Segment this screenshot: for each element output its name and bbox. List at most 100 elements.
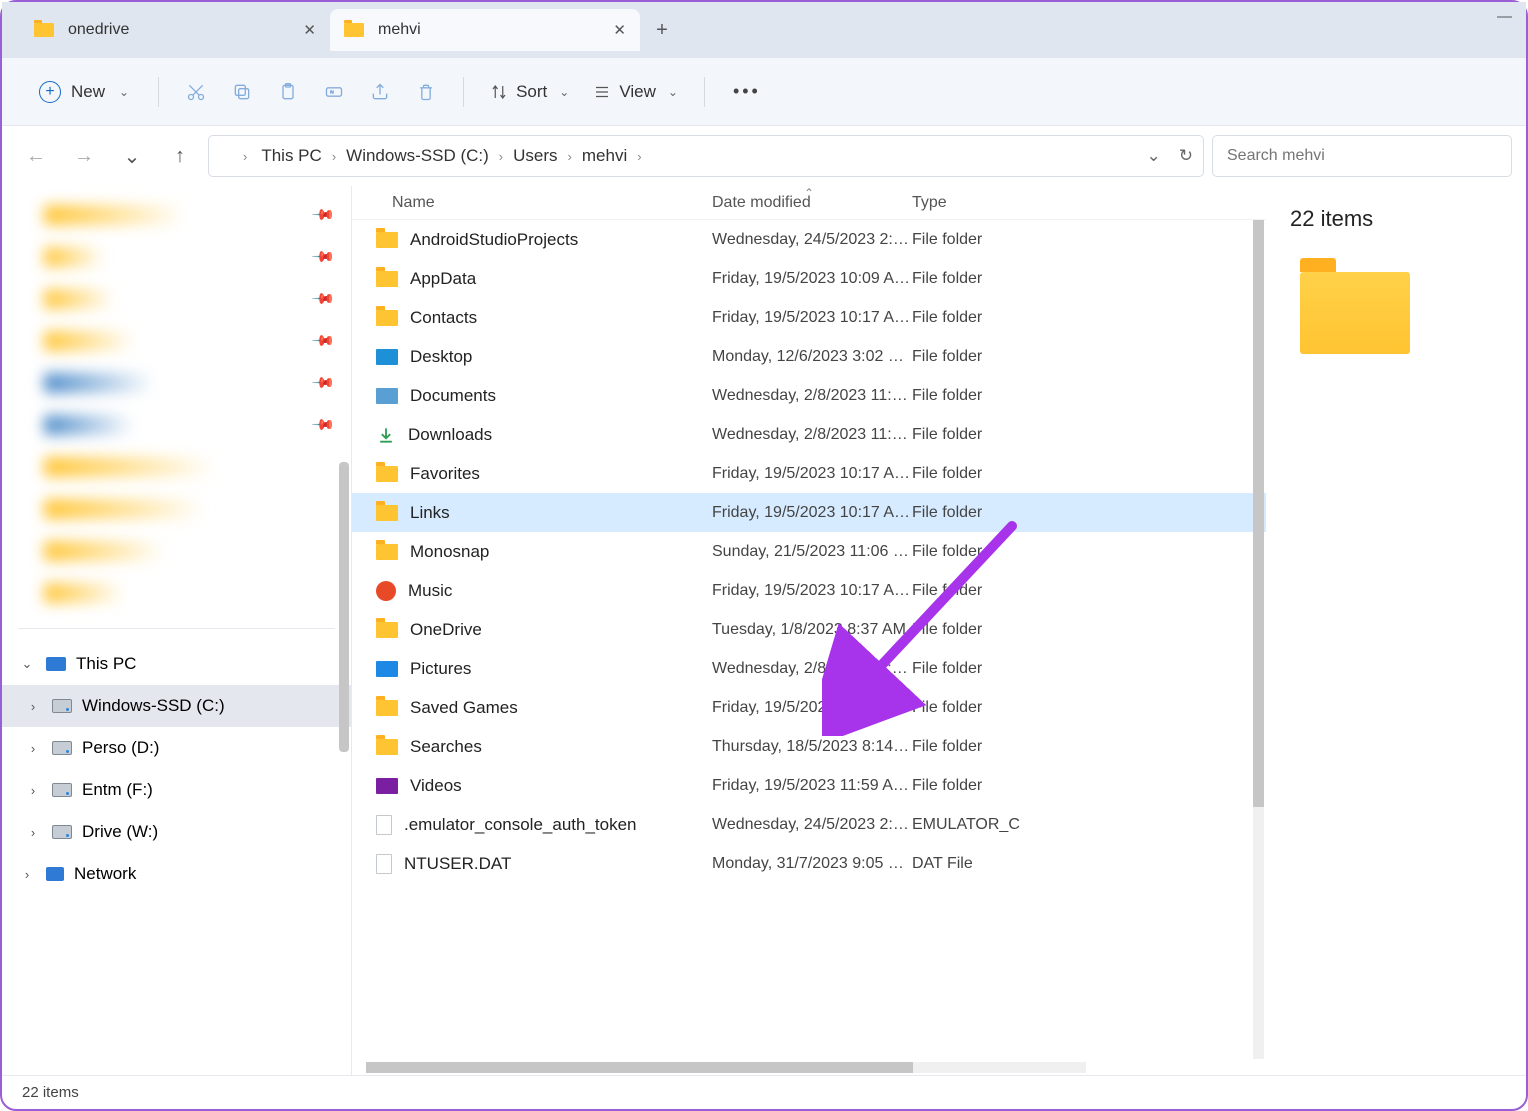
- search-input[interactable]: [1227, 147, 1497, 165]
- tree-network[interactable]: › Network: [2, 853, 351, 895]
- search-box[interactable]: [1212, 135, 1512, 177]
- file-row[interactable]: .emulator_console_auth_tokenWednesday, 2…: [352, 805, 1266, 844]
- view-label: View: [619, 82, 656, 102]
- file-icon: [376, 815, 392, 835]
- new-button[interactable]: + New ⌄: [24, 73, 144, 111]
- paste-button[interactable]: [265, 72, 311, 112]
- scrollbar-horizontal[interactable]: [366, 1062, 1086, 1073]
- file-type: File folder: [912, 699, 1032, 717]
- forward-button[interactable]: →: [64, 136, 104, 176]
- close-icon[interactable]: ✕: [303, 21, 316, 39]
- file-row[interactable]: AppDataFriday, 19/5/2023 10:09 A…File fo…: [352, 259, 1266, 298]
- file-row[interactable]: MonosnapSunday, 21/5/2023 11:06 …File fo…: [352, 532, 1266, 571]
- chevron-right-icon: ›: [24, 741, 42, 756]
- file-row[interactable]: ContactsFriday, 19/5/2023 10:17 A…File f…: [352, 298, 1266, 337]
- file-icon: [376, 466, 398, 482]
- folder-icon: [34, 23, 54, 37]
- rename-button[interactable]: [311, 72, 357, 112]
- chevron-down-icon: ⌄: [559, 85, 569, 99]
- chevron-right-icon: ›: [637, 149, 641, 164]
- divider: [463, 77, 464, 107]
- file-type: File folder: [912, 309, 1032, 327]
- scrollbar-thumb[interactable]: [339, 462, 349, 752]
- pinned-item[interactable]: [2, 530, 351, 572]
- breadcrumb-drive[interactable]: Windows-SSD (C:): [338, 142, 497, 170]
- view-button[interactable]: View ⌄: [581, 75, 690, 109]
- file-row[interactable]: FavoritesFriday, 19/5/2023 10:17 A…File …: [352, 454, 1266, 493]
- tree-thispc[interactable]: ⌄ This PC: [2, 643, 351, 685]
- address-bar[interactable]: › This PC › Windows-SSD (C:) › Users › m…: [208, 135, 1204, 177]
- file-row[interactable]: SearchesThursday, 18/5/2023 8:14 …File f…: [352, 727, 1266, 766]
- file-row[interactable]: LinksFriday, 19/5/2023 10:17 A…File fold…: [352, 493, 1266, 532]
- file-date: Wednesday, 2/8/2023 11:…: [712, 426, 912, 444]
- col-type[interactable]: Type: [912, 194, 1032, 212]
- sort-button[interactable]: Sort ⌄: [478, 75, 581, 109]
- pinned-item[interactable]: 📌: [2, 404, 351, 446]
- back-button[interactable]: ←: [16, 136, 56, 176]
- file-type: File folder: [912, 387, 1032, 405]
- pinned-item[interactable]: [2, 488, 351, 530]
- collapse-icon[interactable]: ⌃: [804, 186, 814, 200]
- col-name[interactable]: Name: [352, 194, 712, 212]
- file-row[interactable]: VideosFriday, 19/5/2023 11:59 A…File fol…: [352, 766, 1266, 805]
- file-name: Favorites: [410, 464, 480, 484]
- file-name: Music: [408, 581, 452, 601]
- file-date: Wednesday, 2/8/2023 11:…: [712, 387, 912, 405]
- new-tab-button[interactable]: +: [640, 9, 684, 51]
- breadcrumb-thispc[interactable]: This PC: [253, 142, 329, 170]
- tab-mehvi[interactable]: mehvi ✕: [330, 9, 640, 51]
- pinned-item[interactable]: 📌: [2, 194, 351, 236]
- file-type: File folder: [912, 582, 1032, 600]
- scrollbar-thumb[interactable]: [1253, 220, 1264, 807]
- pinned-item[interactable]: [2, 572, 351, 614]
- up-button[interactable]: ↑: [160, 136, 200, 176]
- file-row[interactable]: MusicFriday, 19/5/2023 10:17 A…File fold…: [352, 571, 1266, 610]
- folder-icon: [219, 150, 237, 163]
- file-row[interactable]: OneDriveTuesday, 1/8/2023 8:37 AMFile fo…: [352, 610, 1266, 649]
- tree-drive-d[interactable]: › Perso (D:): [2, 727, 351, 769]
- file-icon: [376, 388, 398, 404]
- chevron-down-icon[interactable]: ⌄: [1147, 146, 1161, 166]
- recent-button[interactable]: ⌄: [112, 136, 152, 176]
- minimize-icon[interactable]: —: [1497, 8, 1512, 25]
- more-button[interactable]: •••: [719, 81, 775, 102]
- file-row[interactable]: Saved GamesFriday, 19/5/2023 10:17 A…Fil…: [352, 688, 1266, 727]
- pinned-item[interactable]: 📌: [2, 320, 351, 362]
- file-row[interactable]: NTUSER.DATMonday, 31/7/2023 9:05 …DAT Fi…: [352, 844, 1266, 883]
- chevron-right-icon: ›: [18, 867, 36, 882]
- scrollbar-vertical[interactable]: [1253, 220, 1264, 1059]
- close-icon[interactable]: ✕: [613, 21, 626, 39]
- tree-label: Perso (D:): [82, 738, 159, 758]
- copy-button[interactable]: [219, 72, 265, 112]
- share-button[interactable]: [357, 72, 403, 112]
- pin-icon: 📌: [311, 244, 337, 270]
- new-label: New: [71, 82, 105, 102]
- refresh-icon[interactable]: ↻: [1179, 146, 1193, 166]
- cut-button[interactable]: [173, 72, 219, 112]
- tree-drive-w[interactable]: › Drive (W:): [2, 811, 351, 853]
- tree-drive-c[interactable]: › Windows-SSD (C:): [2, 685, 351, 727]
- tab-onedrive[interactable]: onedrive ✕: [20, 9, 330, 51]
- file-date: Friday, 19/5/2023 11:59 A…: [712, 777, 912, 795]
- pinned-item[interactable]: [2, 446, 351, 488]
- file-row[interactable]: DocumentsWednesday, 2/8/2023 11:…File fo…: [352, 376, 1266, 415]
- tree-drive-f[interactable]: › Entm (F:): [2, 769, 351, 811]
- pinned-item[interactable]: 📌: [2, 278, 351, 320]
- file-row[interactable]: DownloadsWednesday, 2/8/2023 11:…File fo…: [352, 415, 1266, 454]
- scrollbar-thumb[interactable]: [366, 1062, 913, 1073]
- breadcrumb-users[interactable]: Users: [505, 142, 565, 170]
- divider: [18, 628, 335, 629]
- pinned-item[interactable]: 📌: [2, 236, 351, 278]
- file-row[interactable]: PicturesWednesday, 2/8/2023 11:…File fol…: [352, 649, 1266, 688]
- file-icon: [376, 271, 398, 287]
- file-row[interactable]: AndroidStudioProjectsWednesday, 24/5/202…: [352, 220, 1266, 259]
- file-row[interactable]: DesktopMonday, 12/6/2023 3:02 …File fold…: [352, 337, 1266, 376]
- delete-button[interactable]: [403, 72, 449, 112]
- pinned-item[interactable]: 📌: [2, 362, 351, 404]
- chevron-right-icon: ›: [24, 699, 42, 714]
- breadcrumb-mehvi[interactable]: mehvi: [574, 142, 635, 170]
- file-date: Friday, 19/5/2023 10:09 A…: [712, 270, 912, 288]
- file-icon: [376, 854, 392, 874]
- drive-icon: [52, 741, 72, 755]
- chevron-right-icon: ›: [499, 149, 503, 164]
